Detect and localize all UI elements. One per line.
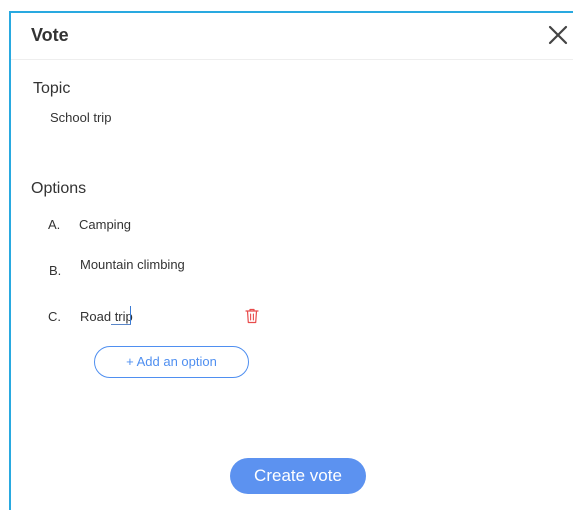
option-a-letter: A. — [48, 217, 61, 232]
spellcheck-underline — [111, 324, 131, 325]
trash-icon[interactable] — [245, 308, 259, 324]
options-label: Options — [31, 180, 87, 197]
close-icon[interactable] — [547, 24, 569, 46]
vote-dialog: Vote Topic School trip Options A. Campin… — [9, 11, 573, 510]
option-a-input[interactable]: Camping — [79, 217, 131, 232]
dialog-header: Vote — [11, 13, 573, 60]
dialog-title: Vote — [31, 25, 69, 45]
option-c-input[interactable]: Road trip — [80, 309, 133, 324]
topic-label: Topic — [33, 80, 71, 97]
option-b-input[interactable]: Mountain climbing — [80, 257, 185, 272]
topic-input[interactable]: School trip — [50, 110, 111, 125]
option-c-letter: C. — [48, 309, 61, 324]
option-b-letter: B. — [49, 263, 62, 278]
create-vote-button[interactable]: Create vote — [230, 458, 366, 494]
add-option-button[interactable]: + Add an option — [94, 346, 249, 378]
text-cursor — [130, 306, 131, 324]
